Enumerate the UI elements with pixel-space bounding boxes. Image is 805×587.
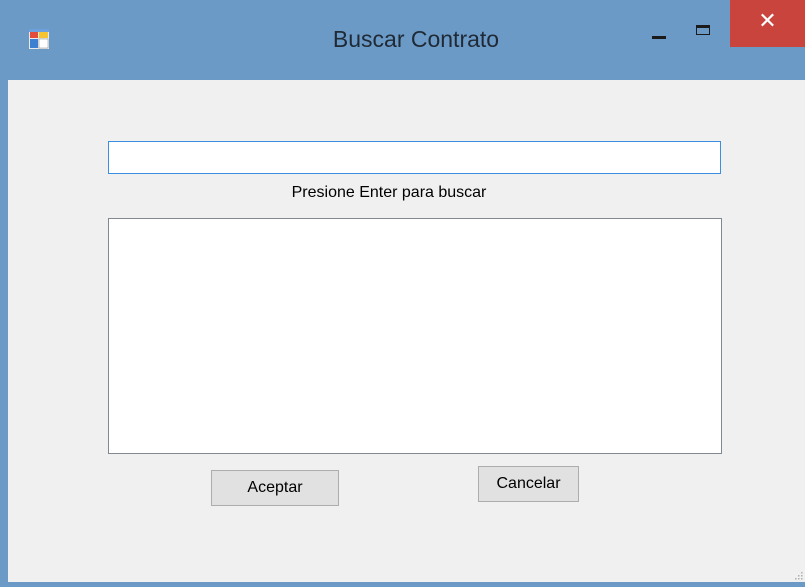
search-hint-label: Presione Enter para buscar xyxy=(291,184,487,201)
dialog-window: Buscar Contrato ✕ Presione Enter para bu… xyxy=(0,0,805,587)
accept-button[interactable]: Aceptar xyxy=(211,470,339,506)
resize-grip-icon[interactable] xyxy=(793,570,803,580)
window-title: Buscar Contrato xyxy=(332,26,500,52)
dialog-body: Presione Enter para buscar Aceptar Cance… xyxy=(8,80,805,582)
window-bottom-border xyxy=(0,582,805,587)
maximize-icon[interactable] xyxy=(690,20,720,50)
results-list[interactable] xyxy=(108,218,722,454)
title-bar[interactable]: Buscar Contrato ✕ xyxy=(0,0,805,80)
close-icon[interactable]: ✕ xyxy=(730,0,805,47)
cancel-button[interactable]: Cancelar xyxy=(478,466,579,502)
minimize-icon[interactable] xyxy=(645,20,675,50)
search-input[interactable] xyxy=(108,141,721,174)
